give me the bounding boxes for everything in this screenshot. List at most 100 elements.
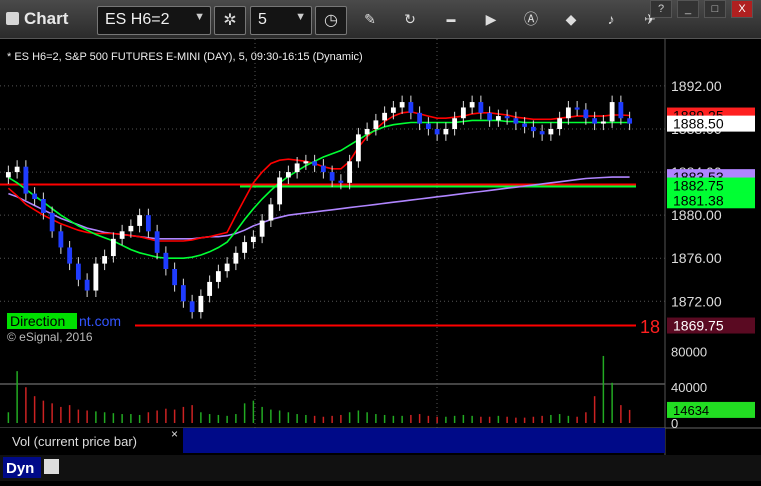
price-tick-label: 1880.00 bbox=[671, 207, 722, 223]
candle-body bbox=[102, 256, 108, 264]
candle-body bbox=[67, 247, 73, 264]
clock-button[interactable]: ◷ bbox=[315, 6, 347, 35]
watermark-suffix: nt.com bbox=[79, 313, 121, 329]
volume-tick-label: 40000 bbox=[671, 380, 707, 395]
candle-body bbox=[469, 102, 475, 108]
candle-body bbox=[207, 281, 213, 296]
refresh-icon[interactable]: ↻ bbox=[400, 9, 420, 29]
candle-body bbox=[574, 107, 580, 110]
candle-body bbox=[259, 220, 265, 237]
time-axis-bar bbox=[0, 455, 665, 481]
volume-panel-label: Vol (current price bar) bbox=[12, 434, 137, 449]
candle-body bbox=[198, 295, 204, 313]
watermark-direction: Direction bbox=[10, 313, 65, 329]
candle-body bbox=[145, 215, 151, 232]
volume-current-label: 14634 bbox=[673, 403, 709, 418]
play-icon[interactable]: ▶ bbox=[481, 9, 501, 29]
candle-body bbox=[93, 263, 99, 291]
candle-body bbox=[154, 231, 160, 253]
bell-icon[interactable]: ♪ bbox=[601, 9, 621, 29]
candle-body bbox=[399, 102, 405, 108]
candle-body bbox=[600, 121, 606, 124]
candle-body bbox=[609, 102, 615, 122]
tag-icon[interactable]: ◆ bbox=[561, 9, 581, 29]
clock-icon: ◷ bbox=[324, 12, 338, 29]
candle-body bbox=[163, 252, 169, 269]
candle-body bbox=[443, 129, 449, 135]
candle-body bbox=[5, 172, 11, 178]
candle-body bbox=[320, 165, 326, 173]
interval-value: 5 bbox=[258, 11, 267, 28]
candle-body bbox=[189, 301, 195, 313]
candle-body bbox=[23, 166, 29, 194]
price-tag-label: 1882.75 bbox=[673, 178, 724, 194]
chart-background bbox=[0, 39, 761, 481]
chevron-down-icon[interactable]: ▼ bbox=[295, 11, 306, 23]
volume-tick-label: 0 bbox=[671, 416, 678, 431]
price-tick-label: 1872.00 bbox=[671, 293, 722, 309]
candle-body bbox=[110, 238, 116, 257]
candle-body bbox=[84, 279, 90, 291]
symbol-input[interactable]: ES H6=2 ▼ bbox=[97, 6, 211, 35]
candle-body bbox=[285, 172, 291, 178]
candle-body bbox=[312, 161, 318, 166]
candle-body bbox=[627, 118, 633, 124]
candle-body bbox=[417, 112, 423, 124]
alert-icon[interactable]: Ⓐ bbox=[521, 9, 541, 29]
candle-body bbox=[277, 177, 283, 205]
candle-body bbox=[137, 215, 143, 226]
get-icon[interactable]: ▬ bbox=[441, 9, 461, 29]
candle-body bbox=[618, 102, 624, 119]
volume-blue-panel bbox=[183, 428, 665, 453]
dyn-toggle-icon[interactable] bbox=[44, 459, 59, 474]
candle-body bbox=[434, 129, 440, 135]
price-tag-label: 1869.75 bbox=[673, 318, 724, 334]
price-tag-label: 1888.50 bbox=[673, 116, 724, 132]
candle-body bbox=[32, 193, 38, 199]
candle-body bbox=[250, 236, 256, 243]
candle-body bbox=[355, 134, 361, 162]
candle-body bbox=[530, 126, 536, 132]
candle-body bbox=[180, 285, 186, 302]
interval-input[interactable]: 5 ▼ bbox=[250, 6, 312, 35]
candle-body bbox=[268, 204, 274, 221]
candle-body bbox=[557, 118, 563, 129]
candle-body bbox=[373, 120, 379, 129]
candle-body bbox=[565, 107, 571, 119]
price-chart[interactable]: 1892.001888.001884.001880.001876.001872.… bbox=[0, 39, 761, 481]
crosshair-icon: ✲ bbox=[223, 12, 237, 29]
price-tick-label: 1876.00 bbox=[671, 250, 722, 266]
candle-body bbox=[592, 118, 598, 124]
help-button[interactable]: ? bbox=[650, 0, 672, 18]
candle-body bbox=[294, 163, 300, 173]
toolbar: Chart ES H6=2 ▼ ✲ 5 ▼ ◷ ✎ ↻ ▬ ▶ Ⓐ ◆ ♪ ✈ … bbox=[0, 0, 761, 39]
minimize-button[interactable]: _ bbox=[677, 0, 699, 18]
level-label: 18 bbox=[640, 317, 660, 337]
candle-body bbox=[338, 180, 344, 183]
crosshair-button[interactable]: ✲ bbox=[214, 6, 246, 35]
candle-body bbox=[478, 102, 484, 113]
candle-body bbox=[49, 213, 55, 232]
candle-body bbox=[347, 161, 353, 183]
candle-body bbox=[233, 252, 239, 264]
chart-area[interactable]: 1892.001888.001884.001880.001876.001872.… bbox=[0, 39, 761, 481]
chevron-down-icon[interactable]: ▼ bbox=[194, 11, 205, 23]
symbol-value: ES H6=2 bbox=[105, 11, 170, 28]
price-tick-label: 1892.00 bbox=[671, 78, 722, 94]
maximize-button[interactable]: □ bbox=[704, 0, 726, 18]
close-button[interactable]: X bbox=[731, 0, 753, 18]
candle-body bbox=[522, 123, 528, 127]
candle-body bbox=[215, 271, 221, 282]
candle-body bbox=[14, 166, 20, 173]
candle-body bbox=[40, 199, 46, 213]
candle-body bbox=[513, 118, 519, 124]
app-logo-icon bbox=[6, 12, 19, 25]
candle-body bbox=[303, 161, 309, 164]
volume-close-icon[interactable]: × bbox=[171, 427, 178, 441]
candle-body bbox=[425, 123, 431, 129]
pencil-icon[interactable]: ✎ bbox=[360, 9, 380, 29]
copyright: © eSignal, 2016 bbox=[7, 330, 93, 344]
candle-body bbox=[224, 263, 230, 272]
chart-info: * ES H6=2, S&P 500 FUTURES E-MINI (DAY),… bbox=[7, 51, 363, 63]
candle-body bbox=[487, 112, 493, 121]
